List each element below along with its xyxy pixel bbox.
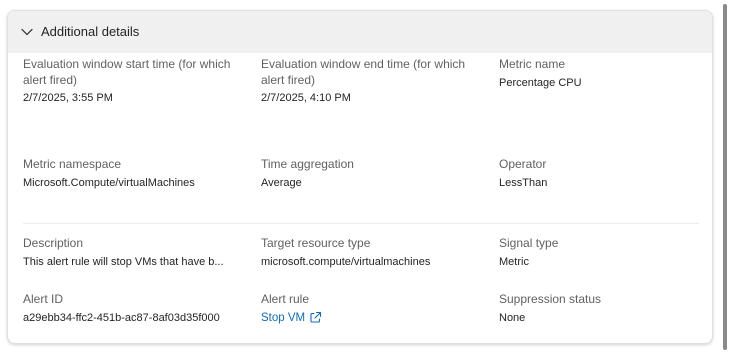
field-label: Metric name [499,57,566,71]
chevron-down-icon [21,28,33,36]
alert-rule-link[interactable]: Stop VM [261,311,322,325]
vertical-scrollbar[interactable] [723,4,727,350]
field-label: Signal type [499,236,559,250]
field-time-aggregation: Time aggregation Average [261,157,481,190]
field-label: Alert ID [23,292,64,306]
field-value: Metric [499,255,529,268]
open-external-icon [310,311,322,323]
field-alert-id: Alert ID a29ebb34-ffc2-451b-ac87-8af03d3… [23,292,243,325]
field-value: LessThan [499,176,548,189]
field-label: Evaluation window end time (for which al… [261,57,466,87]
field-value: This alert rule will stop VMs that have … [23,255,224,268]
field-label: Alert rule [261,292,310,306]
field-value: Microsoft.Compute/virtualMachines [23,176,195,189]
field-eval-end: Evaluation window end time (for which al… [261,57,481,105]
field-label: Time aggregation [261,157,354,171]
field-label: Metric namespace [23,157,122,171]
field-value: Average [261,176,302,189]
field-signal-type: Signal type Metric [499,236,712,269]
field-value: microsoft.compute/virtualmachines [261,255,431,268]
field-alert-rule: Alert rule Stop VM [261,292,481,325]
field-value: a29ebb34-ffc2-451b-ac87-8af03d35f000 [23,311,220,324]
section-title: Additional details [41,24,140,39]
field-description: Description This alert rule will stop VM… [23,236,243,269]
field-value: 2/7/2025, 3:55 PM [23,92,113,104]
additional-details-header[interactable]: Additional details [8,11,712,53]
field-value-container: Stop VM [261,311,481,325]
field-eval-start: Evaluation window start time (for which … [23,57,243,105]
field-value: 2/7/2025, 4:10 PM [261,92,351,104]
field-metric-namespace: Metric namespace Microsoft.Compute/virtu… [23,157,243,190]
additional-details-panel: Additional details Evaluation window sta… [7,10,713,344]
field-label: Description [23,236,84,250]
section-divider [23,223,699,224]
field-label: Evaluation window start time (for which … [23,57,231,87]
field-label: Operator [499,157,547,171]
field-operator: Operator LessThan [499,157,712,190]
field-value: Percentage CPU [499,76,582,89]
field-value: None [499,311,526,324]
field-metric-name: Metric name Percentage CPU [499,57,712,90]
field-label: Target resource type [261,236,371,250]
field-target-resource-type: Target resource type microsoft.compute/v… [261,236,481,269]
field-label: Suppression status [499,292,602,306]
alert-rule-link-text: Stop VM [261,311,306,324]
field-suppression-status: Suppression status None [499,292,712,325]
